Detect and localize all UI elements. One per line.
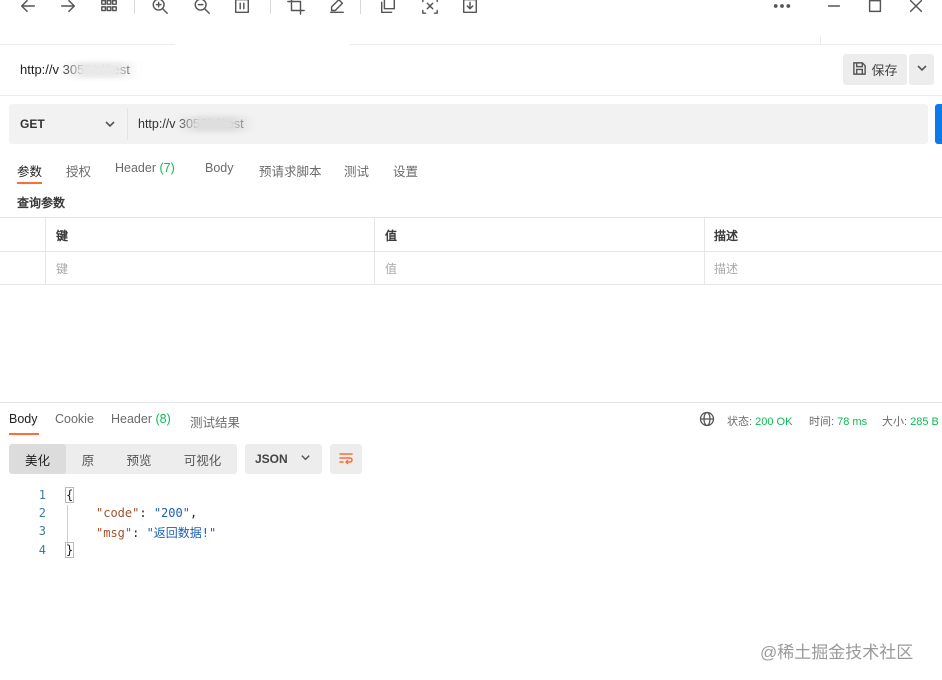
more-icon[interactable] [770, 0, 794, 18]
tab-auth[interactable]: 授权 [66, 161, 91, 180]
query-params-title: 查询参数 [17, 196, 66, 210]
column-divider [374, 218, 375, 284]
column-header-value: 值 [385, 229, 398, 243]
maximize-icon[interactable] [863, 0, 887, 18]
view-preview-button[interactable]: 预览 [110, 444, 168, 474]
save-label: 保存 [871, 63, 898, 78]
watermark: @稀土掘金技术社区 [760, 643, 914, 662]
column-divider [704, 218, 705, 284]
globe-icon[interactable] [699, 411, 715, 427]
tab-response-cookies[interactable]: Cookie [55, 412, 94, 426]
divider [0, 402, 942, 403]
line-number: 1 [38, 488, 46, 502]
chevron-down-icon[interactable] [104, 118, 116, 130]
edit-icon[interactable] [325, 0, 349, 18]
tab-tests[interactable]: 测试 [344, 161, 369, 180]
indent-guide [67, 505, 68, 545]
column-header-key: 键 [56, 229, 69, 243]
forward-icon[interactable] [56, 0, 80, 18]
tab-test-results[interactable]: 测试结果 [190, 412, 240, 431]
zoom-out-icon[interactable] [190, 0, 214, 18]
divider [127, 108, 128, 140]
active-tab-indicator [9, 433, 39, 435]
redacted-blur [175, 116, 255, 132]
redacted-blur [60, 62, 140, 78]
param-value-input[interactable]: 值 [385, 260, 397, 277]
copy-icon[interactable] [376, 0, 400, 18]
tab-response-body[interactable]: Body [9, 412, 38, 426]
response-time[interactable]: 时间: 78 ms [809, 413, 867, 429]
chevron-down-icon [300, 452, 311, 466]
tab-pre-request-script[interactable]: 预请求脚本 [259, 161, 322, 180]
grid-icon[interactable] [97, 0, 121, 18]
viewer-toolbar [0, 0, 942, 15]
line-number: 4 [38, 543, 46, 557]
view-pretty-button[interactable]: 美化 [9, 444, 66, 474]
save-button[interactable]: 保存 [843, 54, 907, 85]
save-dropdown-button[interactable] [909, 54, 934, 85]
divider [820, 36, 821, 45]
fit-page-icon[interactable] [230, 0, 254, 18]
column-header-description: 描述 [714, 229, 739, 243]
download-icon[interactable] [458, 0, 482, 18]
response-status[interactable]: 状态: 200 OK [727, 413, 792, 429]
minimize-icon[interactable] [822, 0, 846, 18]
active-tab-indicator [17, 182, 42, 184]
view-raw-button[interactable]: 原 [66, 444, 110, 474]
tab-body[interactable]: Body [205, 161, 234, 175]
param-description-input[interactable]: 描述 [714, 260, 738, 277]
crop-icon[interactable] [284, 0, 308, 18]
format-label: JSON [255, 452, 288, 466]
divider [0, 44, 175, 45]
back-icon[interactable] [16, 0, 40, 18]
tab-params[interactable]: 参数 [17, 161, 42, 180]
close-icon[interactable] [904, 0, 928, 18]
divider [0, 95, 942, 96]
table-border [0, 217, 942, 218]
code-line: "msg": "返回数据!" [96, 526, 217, 540]
divider [350, 44, 942, 45]
view-visualize-button[interactable]: 可视化 [168, 444, 237, 474]
extract-text-icon[interactable] [418, 0, 442, 18]
wrap-lines-button[interactable] [330, 444, 362, 474]
tab-response-headers[interactable]: Header (8) [111, 412, 171, 426]
chevron-down-icon [916, 62, 928, 77]
param-key-input[interactable]: 键 [56, 260, 68, 277]
code-line: { [64, 487, 75, 503]
tab-settings[interactable]: 设置 [393, 161, 418, 180]
response-size[interactable]: 大小: 285 B [882, 413, 939, 429]
zoom-in-icon[interactable] [148, 0, 172, 18]
wrap-lines-icon [338, 450, 354, 469]
format-select[interactable]: JSON [245, 444, 322, 474]
column-divider [45, 218, 46, 284]
line-number: 2 [38, 506, 46, 520]
line-number: 3 [38, 524, 46, 538]
table-border [0, 284, 942, 285]
tab-headers[interactable]: Header (7) [115, 161, 175, 175]
table-border [0, 251, 942, 252]
save-icon [852, 61, 867, 79]
code-line: } [64, 542, 75, 558]
method-select[interactable]: GET [20, 117, 45, 131]
code-line: "code": "200", [96, 506, 198, 520]
send-button[interactable] [935, 104, 942, 144]
